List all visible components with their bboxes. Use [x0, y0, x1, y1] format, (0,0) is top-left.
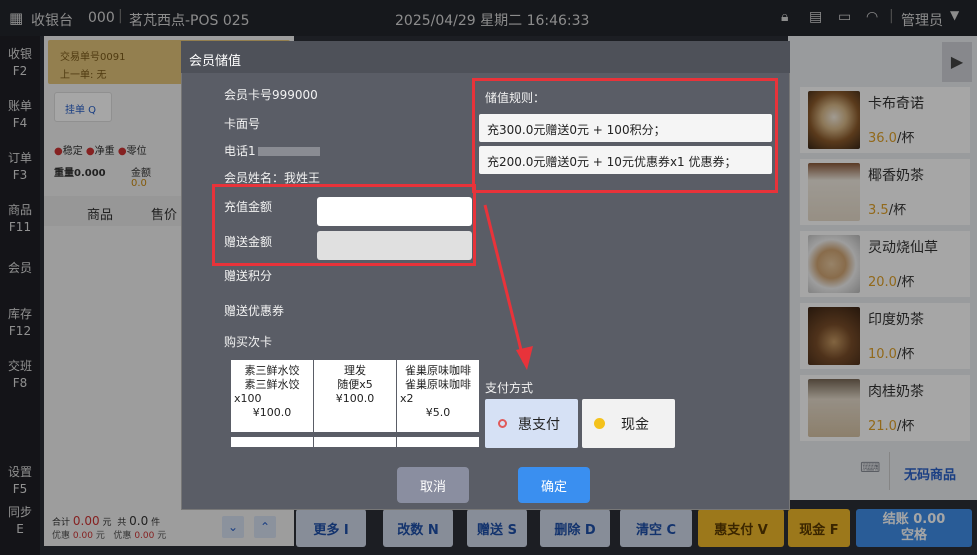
- payment-option-cash[interactable]: 现金: [582, 399, 675, 448]
- radio-icon: [498, 419, 507, 428]
- payment-option-label: 惠支付: [518, 416, 560, 433]
- highlight-box: [472, 78, 778, 193]
- punch-card-item[interactable]: 素三鲜水饺 素三鲜水饺 x100 ¥100.0: [231, 360, 313, 432]
- card-number: 会员卡号999000: [224, 88, 318, 102]
- gift-points-label: 赠送积分: [224, 269, 273, 283]
- punch-card-item[interactable]: [231, 437, 313, 447]
- payment-method-label: 支付方式: [485, 381, 534, 395]
- punch-card-item[interactable]: [397, 437, 479, 447]
- payment-option-label: 现金: [621, 416, 649, 433]
- punch-card-item[interactable]: 理发 随便x5 ¥100.0: [314, 360, 396, 432]
- phone-redacted: [257, 147, 320, 156]
- payment-option-huipay[interactable]: 惠支付: [485, 399, 578, 448]
- card-face-number: 卡面号: [224, 117, 261, 131]
- gift-coupon-label: 赠送优惠券: [224, 304, 285, 318]
- buy-card-label: 购买次卡: [224, 335, 273, 349]
- punch-card-item[interactable]: [314, 437, 396, 447]
- annotation-arrow: [483, 204, 533, 370]
- coin-icon: [594, 418, 605, 429]
- dialog-title: 会员储值: [181, 41, 790, 73]
- confirm-button[interactable]: 确定: [518, 467, 590, 503]
- cancel-button[interactable]: 取消: [397, 467, 469, 503]
- phone-number: 电话1: [224, 142, 320, 159]
- punch-card-item[interactable]: 雀巢原味咖啡 雀巢原味咖啡 x2 ¥5.0: [397, 360, 479, 432]
- highlight-box: [212, 184, 476, 266]
